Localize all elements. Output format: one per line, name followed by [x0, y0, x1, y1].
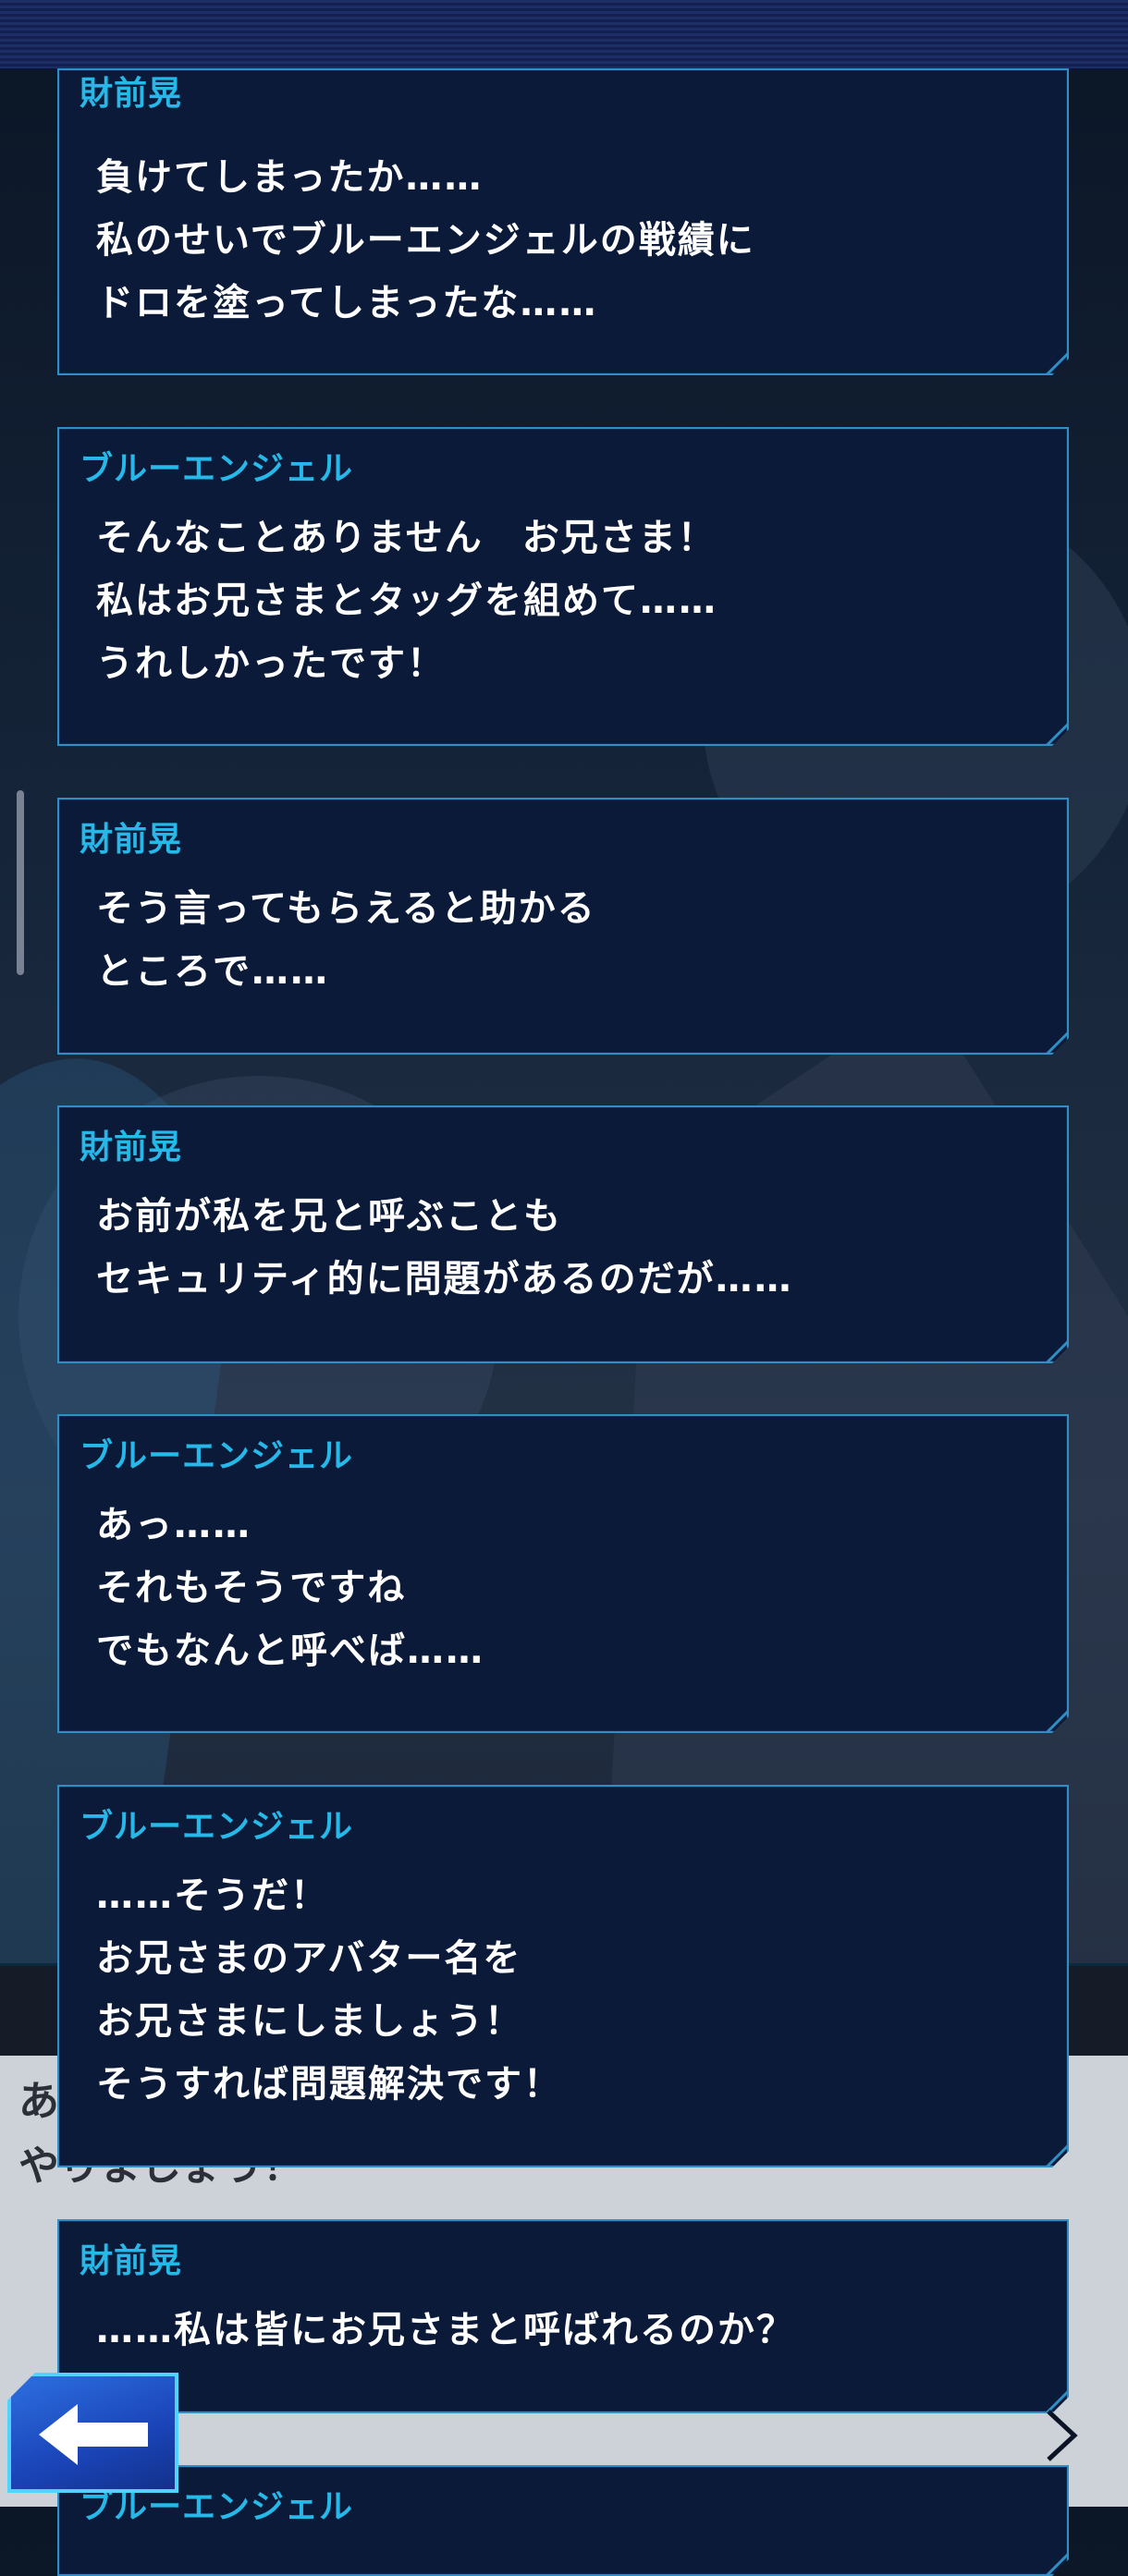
speaker-name: 財前晃: [80, 1129, 183, 1166]
message-text: そう言ってもらえると助かる ところで……: [96, 887, 596, 993]
speaker-name: 財前晃: [80, 2242, 183, 2280]
message-text: そんなことありません お兄さま！ 私はお兄さまとタッグを組めて…… うれしかった…: [96, 517, 717, 685]
top-bar: [0, 0, 1128, 70]
message-text: お前が私を兄と呼ぶことも セキュリティ的に問題があるのだが……: [96, 1195, 793, 1300]
speaker-name: 財前晃: [80, 75, 183, 113]
speaker-name: 財前晃: [80, 821, 183, 859]
speaker-name: ブルーエンジェル: [80, 1437, 354, 1475]
log-message: 財前晃 負けてしまったか…… 私のせいでブルーエンジェルの戦績に ドロを塗ってし…: [57, 68, 1069, 375]
log-message: 財前晃 お前が私を兄と呼ぶことも セキュリティ的に問題があるのだが……: [57, 1105, 1069, 1363]
log-message: ブルーエンジェル そんなことありません お兄さま！ 私はお兄さまとタッグを組めて…: [57, 427, 1069, 746]
message-text: 負けてしまったか…… 私のせいでブルーエンジェルの戦績に ドロを塗ってしまったな…: [96, 156, 755, 324]
back-button[interactable]: [7, 2373, 178, 2493]
chevron-right-icon[interactable]: [1043, 2408, 1080, 2463]
message-text: ……そうだ！ お兄さまのアバター名を お兄さまにしましょう！ そうすれば問題解決…: [96, 1874, 562, 2106]
message-text: ……私は皆にお兄さまと呼ばれるのか？: [96, 2309, 795, 2351]
log-message: ブルーエンジェル ……そうだ！ お兄さまのアバター名を お兄さまにしましょう！ …: [57, 1785, 1069, 2167]
log-message: ブルーエンジェル あっ…… それもそうですね でもなんと呼べば……: [57, 1414, 1069, 1733]
message-text: あっ…… それもそうですね でもなんと呼べば……: [96, 1504, 484, 1672]
speaker-name: ブルーエンジェル: [80, 450, 354, 488]
log-message: 財前晃 そう言ってもらえると助かる ところで……: [57, 798, 1069, 1055]
speaker-name: ブルーエンジェル: [80, 1808, 354, 1846]
back-arrow-icon: [39, 2404, 148, 2465]
scrollbar[interactable]: [17, 790, 24, 975]
log-message: ブルーエンジェル: [57, 2465, 1069, 2576]
log-message: 財前晃 ……私は皆にお兄さまと呼ばれるのか？: [57, 2219, 1069, 2413]
